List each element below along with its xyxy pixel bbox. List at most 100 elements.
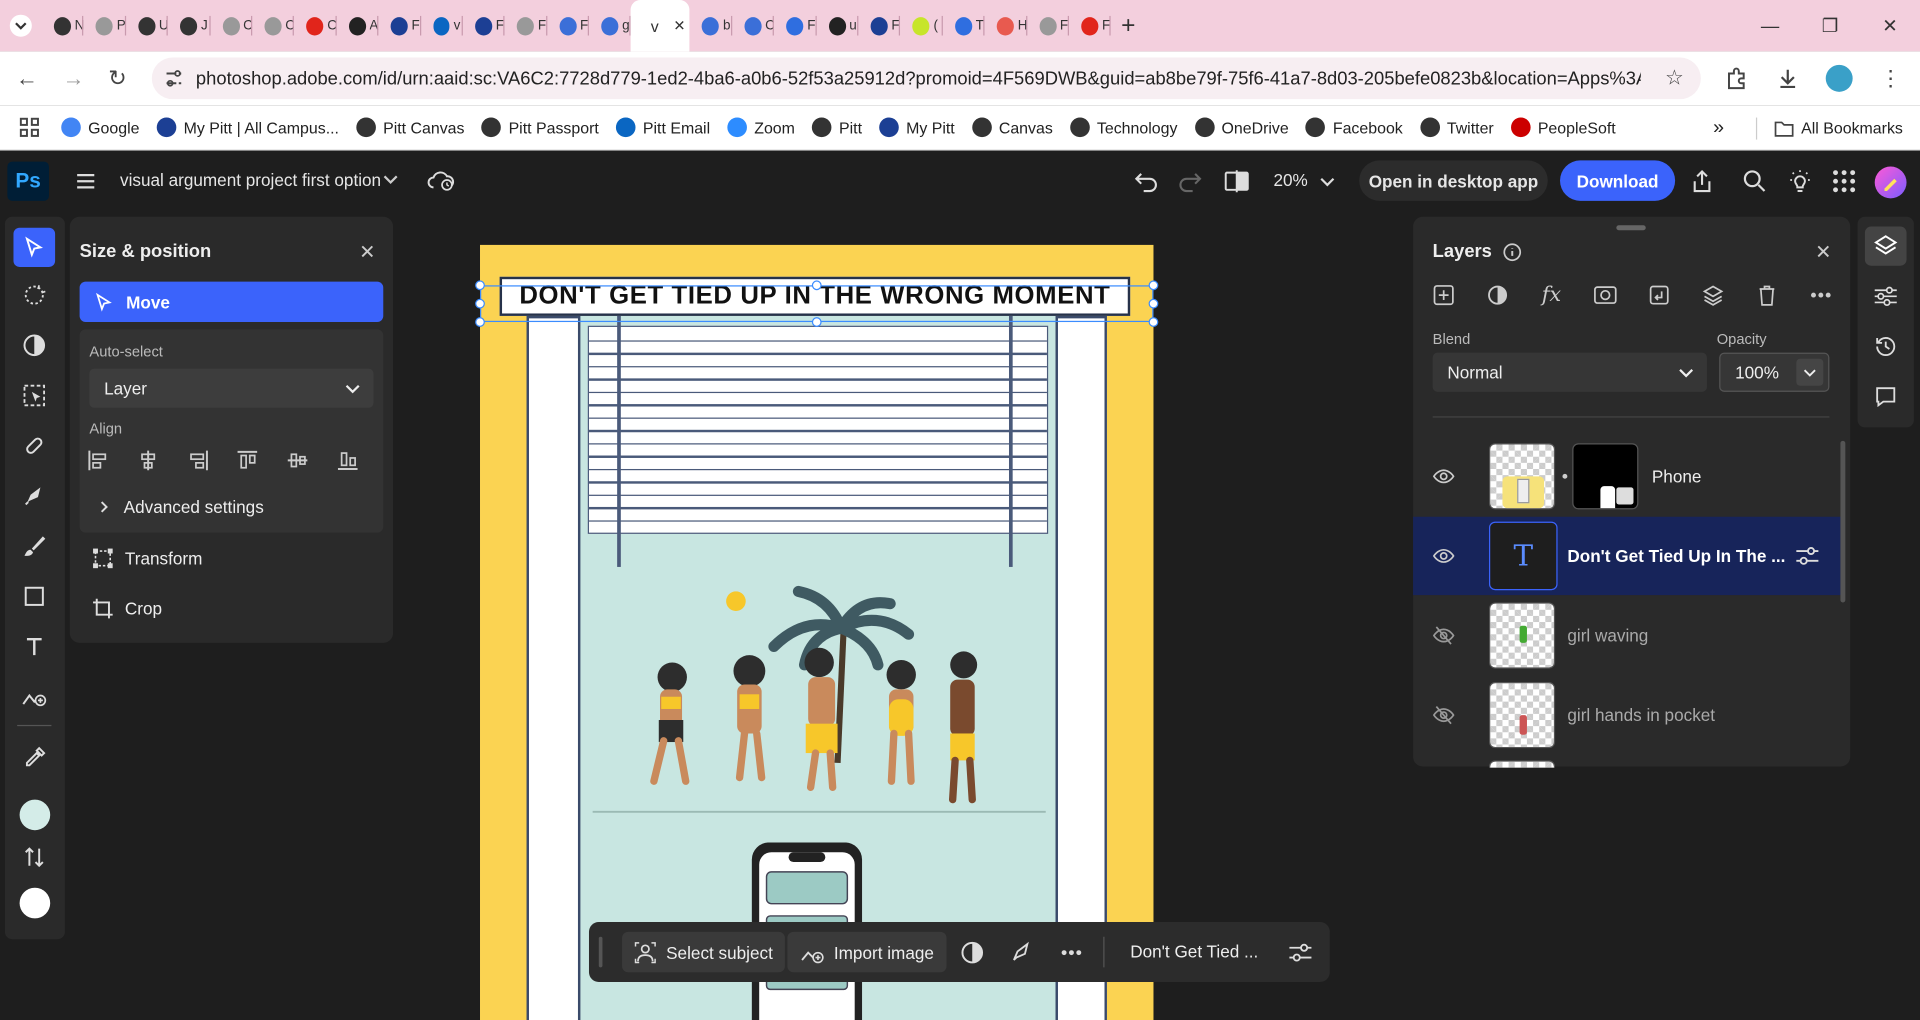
eye-icon[interactable] xyxy=(1432,545,1455,567)
healing-brush-tool-icon[interactable] xyxy=(13,426,55,465)
bookmark-item[interactable]: Pitt Passport xyxy=(481,117,599,138)
browser-tab[interactable]: C xyxy=(210,0,253,51)
browser-tab[interactable]: ( xyxy=(901,0,944,51)
brush-tool-icon[interactable] xyxy=(13,527,55,566)
layer-name[interactable]: girl hands in pocket xyxy=(1567,705,1715,725)
align-right-icon[interactable] xyxy=(184,447,211,474)
new-tab-button[interactable]: + xyxy=(1111,0,1145,51)
eye-hidden-icon[interactable] xyxy=(1432,704,1455,726)
move-button[interactable]: Move xyxy=(79,281,384,323)
browser-tab[interactable]: F xyxy=(505,0,548,51)
move-tool-icon[interactable] xyxy=(13,227,56,267)
browser-tab[interactable]: u xyxy=(816,0,859,51)
layer-stack-icon[interactable] xyxy=(1700,282,1727,309)
browser-tab[interactable]: T xyxy=(943,0,986,51)
info-icon[interactable] xyxy=(1502,242,1522,262)
rectangle-tool-icon[interactable] xyxy=(13,577,55,616)
resize-handle[interactable] xyxy=(475,280,485,291)
history-panel-icon[interactable] xyxy=(1865,327,1907,366)
close-panel-icon[interactable]: ✕ xyxy=(356,241,378,263)
browser-tab[interactable]: C xyxy=(732,0,775,51)
redo-icon[interactable] xyxy=(1176,167,1205,196)
layer-mask-thumbnail[interactable] xyxy=(1572,443,1639,510)
site-info-icon[interactable] xyxy=(164,69,184,89)
bookmark-star-icon[interactable]: ☆ xyxy=(1665,66,1684,90)
comments-panel-icon[interactable] xyxy=(1865,377,1907,416)
layer-name[interactable]: Don't Get Tied Up In The ... xyxy=(1567,546,1785,566)
swap-colors-icon[interactable] xyxy=(13,838,55,877)
photoshop-logo[interactable]: Ps xyxy=(7,161,49,201)
resize-handle[interactable] xyxy=(811,280,822,291)
bookmark-item[interactable]: Canvas xyxy=(971,117,1053,138)
extensions-icon[interactable] xyxy=(1717,59,1756,98)
layer-name[interactable]: girl waving xyxy=(1567,626,1648,646)
restore-button[interactable]: ❐ xyxy=(1800,0,1860,51)
properties-sliders-icon[interactable] xyxy=(1287,939,1314,966)
browser-tab[interactable]: b xyxy=(690,0,733,51)
layer-row-girl-hands-in-pocket[interactable]: girl hands in pocket xyxy=(1413,676,1840,754)
back-button[interactable]: ← xyxy=(5,56,49,100)
layers-panel-icon[interactable] xyxy=(1864,226,1907,266)
browser-tab[interactable]: F xyxy=(379,0,422,51)
foreground-color-swatch[interactable] xyxy=(19,799,51,831)
resize-handle[interactable] xyxy=(1148,317,1159,327)
close-tab-icon[interactable]: ✕ xyxy=(673,17,685,34)
chevron-down-icon[interactable] xyxy=(1796,358,1824,386)
bookmark-item[interactable]: Twitter xyxy=(1419,117,1494,138)
search-icon[interactable] xyxy=(1740,167,1769,196)
context-layer-name[interactable]: Don't Get Tied ... xyxy=(1130,942,1258,962)
add-layer-icon[interactable] xyxy=(1430,282,1457,309)
bookmark-item[interactable]: PeopleSoft xyxy=(1510,117,1616,138)
eye-icon[interactable] xyxy=(1432,465,1455,487)
bookmark-item[interactable]: My Pitt xyxy=(879,117,955,138)
browser-tab[interactable]: H xyxy=(985,0,1028,51)
open-in-desktop-button[interactable]: Open in desktop app xyxy=(1359,160,1548,201)
resize-handle[interactable] xyxy=(1148,298,1159,309)
bookmark-item[interactable]: My Pitt | All Campus... xyxy=(156,117,339,138)
adjustment-layer-icon[interactable] xyxy=(1484,282,1511,309)
browser-tab[interactable]: F xyxy=(1027,0,1070,51)
fx-icon[interactable]: fx xyxy=(1538,282,1565,309)
object-select-tool-icon[interactable] xyxy=(13,376,55,415)
clipping-mask-icon[interactable] xyxy=(1646,282,1673,309)
omnibox[interactable]: photoshop.adobe.com/id/urn:aaid:sc:VA6C2… xyxy=(151,57,1701,100)
zoom-dropdown-icon[interactable] xyxy=(1313,167,1342,196)
resize-handle[interactable] xyxy=(475,298,485,309)
bookmark-item[interactable]: Google xyxy=(61,117,139,138)
align-middle-vertical-icon[interactable] xyxy=(284,447,311,474)
browser-tab[interactable]: C xyxy=(252,0,295,51)
tab-search-button[interactable] xyxy=(0,0,42,51)
transform-item[interactable]: Transform xyxy=(92,547,202,569)
user-avatar[interactable] xyxy=(1874,166,1907,199)
lightbulb-icon[interactable] xyxy=(1785,167,1814,196)
profile-avatar[interactable] xyxy=(1820,59,1859,98)
select-subject-tool-icon[interactable] xyxy=(13,276,55,315)
undo-icon[interactable] xyxy=(1131,167,1160,196)
layer-properties-icon[interactable] xyxy=(1795,545,1819,567)
more-bookmarks-button[interactable]: » xyxy=(1713,117,1724,139)
mask-link-icon[interactable] xyxy=(1562,473,1568,479)
browser-tab[interactable]: P xyxy=(84,0,127,51)
bookmark-item[interactable]: Facebook xyxy=(1305,117,1403,138)
browser-tab[interactable]: J xyxy=(168,0,211,51)
apps-grid-icon[interactable] xyxy=(19,117,40,138)
adjustment-icon[interactable] xyxy=(959,939,986,966)
mask-icon[interactable] xyxy=(1592,282,1619,309)
opacity-value[interactable]: 100% xyxy=(1735,362,1779,382)
bookmark-item[interactable]: Pitt Canvas xyxy=(356,117,464,138)
import-image-button[interactable]: Import image xyxy=(787,931,947,973)
resize-handle[interactable] xyxy=(475,317,485,327)
all-bookmarks-button[interactable]: All Bookmarks xyxy=(1801,119,1903,137)
align-left-icon[interactable] xyxy=(84,447,111,474)
browser-tab[interactable]: v xyxy=(421,0,464,51)
minimize-button[interactable]: — xyxy=(1740,0,1800,51)
browser-tab[interactable]: F xyxy=(463,0,506,51)
select-subject-button[interactable]: Select subject xyxy=(622,931,786,973)
hamburger-menu-icon[interactable] xyxy=(71,167,100,196)
opacity-field[interactable]: 100% xyxy=(1719,352,1830,392)
bookmark-item[interactable]: Pitt xyxy=(812,117,862,138)
layer-row-phone[interactable]: Phone xyxy=(1413,437,1840,515)
forward-button[interactable]: → xyxy=(51,56,95,100)
bookmark-item[interactable]: Zoom xyxy=(727,117,795,138)
eye-hidden-icon[interactable] xyxy=(1432,624,1455,646)
